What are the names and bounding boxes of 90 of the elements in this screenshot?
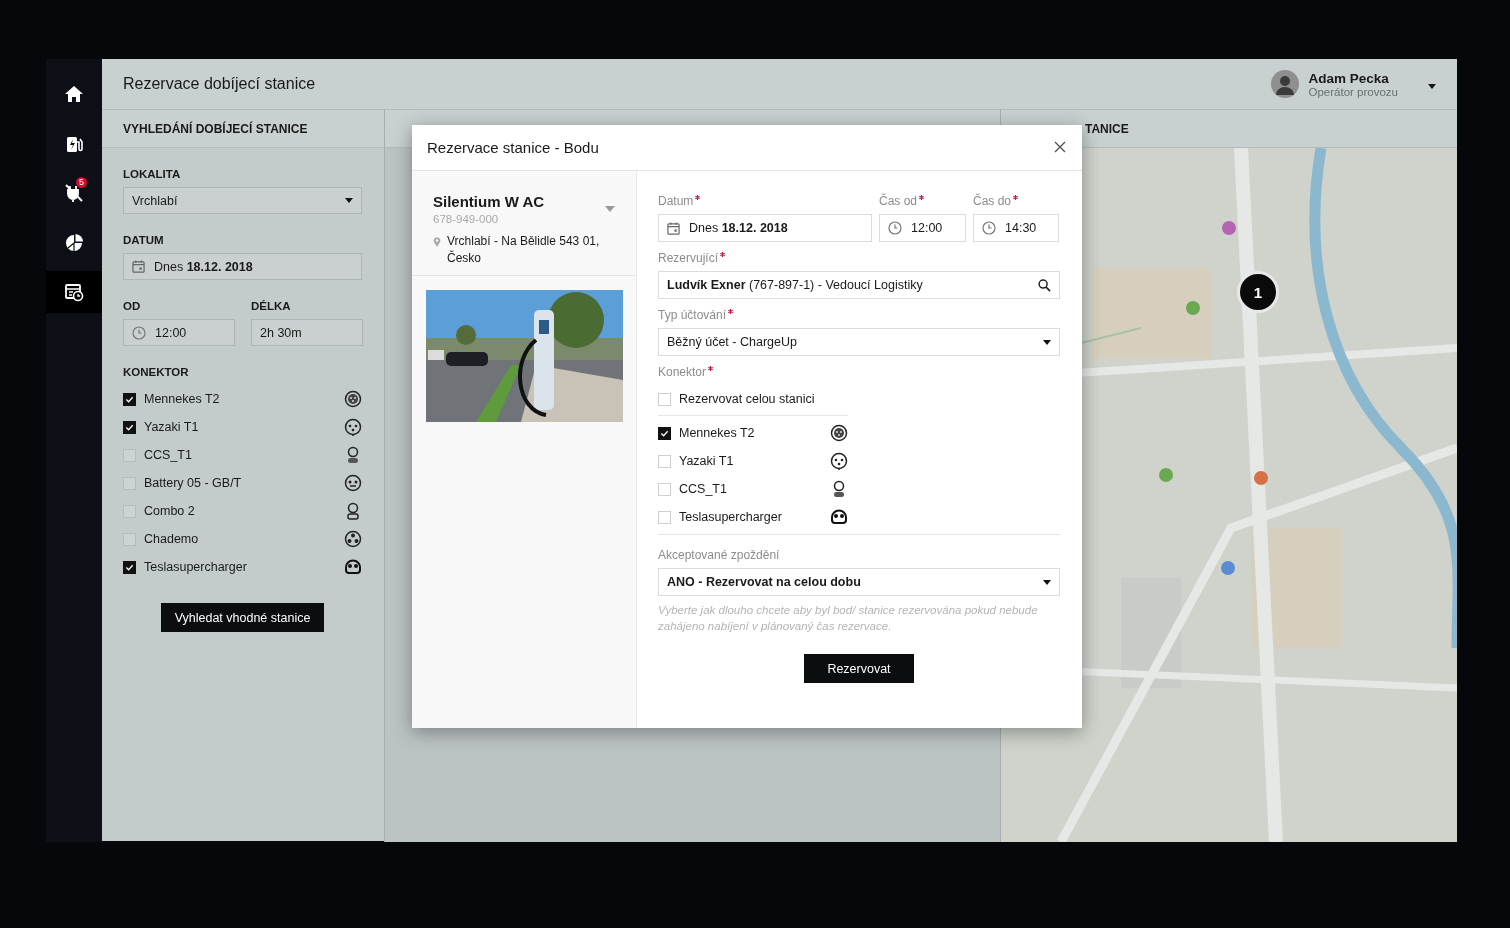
location-select[interactable]: Vrchlabí (123, 187, 362, 214)
clock-icon (982, 221, 996, 235)
connector-icon (830, 508, 848, 526)
field-label: Rezervující (658, 251, 719, 265)
field-label: Čas do (973, 194, 1012, 208)
user-name: Adam Pecka (1308, 70, 1390, 86)
field-label: Typ účtování (658, 308, 727, 322)
connector-label: Combo 2 (144, 504, 196, 518)
time-value: 12:00 (911, 221, 944, 235)
checkbox[interactable] (658, 426, 671, 440)
time-field[interactable]: 12:00 (879, 214, 966, 242)
station-address: Vrchlabí - Na Bělidle 543 01, Česko (447, 233, 601, 267)
connector-label: Teslasupercharger (679, 510, 783, 524)
field-label: Akceptované zpoždění (658, 548, 780, 562)
date-field[interactable]: Dnes 18.12. 2018 (658, 214, 872, 242)
delay-select[interactable]: ANO - Rezervovat na celou dobu (658, 568, 1060, 596)
field-label: LOKALITA (123, 168, 182, 180)
reserve-button[interactable]: Rezervovat (804, 654, 914, 683)
hint-text: Vyberte jak dlouho chcete aby byl bod/ stanice rezervována pokud nebude zahájeno nabíjení v plánovaný čas rezervace. (658, 603, 1039, 634)
caret-icon (1428, 84, 1436, 89)
field-label: OD (123, 300, 142, 312)
calendar-icon (667, 221, 680, 235)
checkbox[interactable] (123, 420, 136, 434)
nav-item[interactable]: 5 (46, 172, 102, 214)
time-field[interactable]: 14:30 (973, 214, 1059, 242)
checkmark-icon (125, 422, 134, 432)
checkmark-icon (125, 394, 134, 404)
connector-icon (344, 502, 362, 520)
station-name: Silentium W AC (433, 193, 546, 210)
time-value: 14:30 (1005, 221, 1038, 235)
booker-search-field[interactable]: Ludvík Exner (767-897-1) - Vedoucí Logistiky (658, 271, 1060, 299)
connector-label: Mennekes T2 (679, 426, 756, 440)
date-value: Dnes 18.12. 2018 (154, 259, 254, 274)
search-icon (1038, 278, 1051, 292)
caret-icon (1043, 339, 1051, 345)
field-label: DATUM (123, 234, 165, 246)
field-label: KONEKTOR (123, 366, 190, 378)
caret-icon (1043, 579, 1051, 585)
checkbox[interactable] (123, 392, 136, 406)
field-label: Konektor (658, 365, 707, 379)
checkbox[interactable] (123, 560, 136, 574)
connector-label: Battery 05 - GB/T (144, 476, 243, 490)
page-title: Rezervace dobíjecí stanice (123, 75, 317, 93)
field-label: DÉLKA (251, 300, 292, 312)
time-field[interactable]: 12:00 (123, 319, 235, 346)
connector-label: Yazaki T1 (679, 454, 735, 468)
field-label: Datum (658, 194, 694, 208)
time-value: 12:00 (155, 325, 188, 340)
station-phone: 678-949-000 (433, 213, 500, 225)
search-button[interactable]: Vyhledat vhodné stanice (160, 603, 325, 632)
checkbox-label: Rezervovat celou stanici (679, 392, 816, 406)
calendar-icon (132, 260, 145, 273)
connector-icon (344, 558, 362, 576)
connector-icon (830, 424, 848, 442)
caret-icon[interactable] (605, 206, 615, 212)
notification-badge: 5 (76, 177, 87, 188)
pie-icon (64, 232, 84, 253)
connector-label: CCS_T1 (144, 448, 193, 462)
home-icon (64, 84, 84, 104)
connector-label: Chademo (144, 532, 200, 546)
duration-field[interactable]: 2h 30m (251, 319, 363, 346)
connector-icon (344, 474, 362, 492)
connector-icon (344, 418, 362, 436)
clock-icon (132, 325, 146, 340)
nav-item[interactable] (46, 271, 102, 313)
checkmark-icon (660, 428, 669, 438)
user-role: Operátor provozu (1308, 85, 1398, 98)
field-label: Čas od (879, 194, 918, 208)
connector-label: Teslasupercharger (144, 560, 248, 574)
connector-icon (344, 390, 362, 408)
connector-label: Mennekes T2 (144, 392, 221, 406)
avatar-icon (1270, 70, 1299, 98)
plug-off-icon (64, 183, 84, 203)
booker-value: Ludvík Exner (767-897-1) - Vedoucí Logistiky (667, 278, 924, 292)
panel-header: TANICE (1085, 121, 1129, 136)
dialog-title: Rezervace stanice - Bodu (427, 139, 600, 156)
schedule-icon (64, 282, 84, 302)
date-value: Dnes 18.12. 2018 (689, 221, 789, 235)
panel-header: VYHLEDÁNÍ DOBÍJECÍ STANICE (102, 110, 384, 148)
connector-icon (830, 452, 848, 470)
location-pin-icon (433, 237, 441, 247)
caret-icon (345, 198, 353, 203)
connector-label: Yazaki T1 (144, 420, 200, 434)
date-field[interactable]: Dnes 18.12. 2018 (123, 253, 362, 280)
checkmark-icon (125, 562, 134, 572)
close-button[interactable] (1053, 140, 1067, 155)
connector-icon (344, 530, 362, 548)
billing-select[interactable]: Běžný účet - ChargeUp (658, 328, 1060, 356)
clock-icon (888, 221, 902, 235)
connector-label: CCS_T1 (679, 482, 728, 496)
